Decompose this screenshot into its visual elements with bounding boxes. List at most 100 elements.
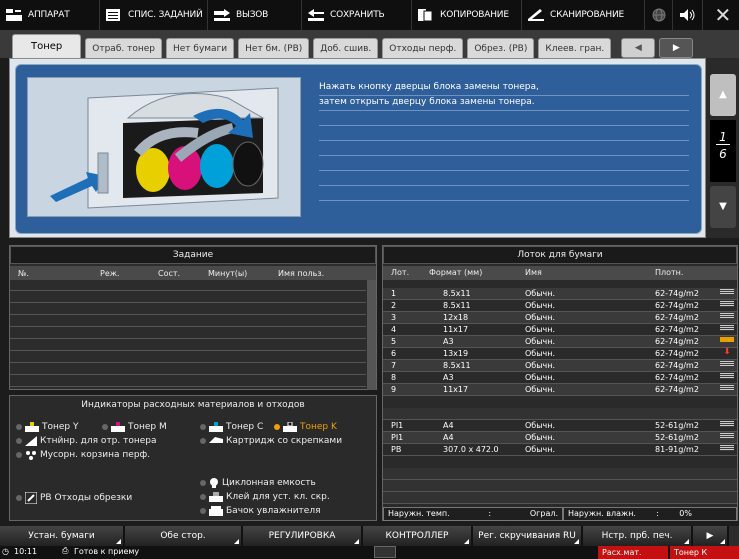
duplex-button[interactable]: Обе стор.	[125, 526, 243, 546]
status-dot-warning	[274, 424, 280, 430]
table-row[interactable]: PI1 A4 Обычн. 52-61g/m2	[383, 432, 737, 444]
tab-no-paper[interactable]: Нет бумаги	[165, 38, 235, 58]
size-cell: A3	[443, 373, 454, 382]
humidity-value: 0%	[679, 509, 692, 518]
weight-cell: 62-74g/m2	[655, 361, 699, 370]
table-row[interactable]: 5 A3 Обычн. 62-74g/m2	[383, 336, 737, 348]
weight-cell: 62-74g/m2	[655, 301, 699, 310]
paper-level-indicator	[720, 313, 734, 319]
save-button[interactable]: СОХРАНИТЬ	[302, 0, 412, 30]
page-up-button[interactable]: ▲	[710, 74, 736, 116]
size-cell: 8.5x11	[443, 301, 471, 310]
status-dot	[200, 480, 206, 486]
table-row[interactable]: 6 13x19 Обычн. 62-74g/m2 ⬇	[383, 347, 737, 360]
tray-table-header: Лот. Формат (мм) Имя Плотн.	[383, 266, 737, 280]
volume-button[interactable]	[673, 0, 703, 30]
size-cell: 13x19	[443, 349, 469, 358]
tab-prev-button[interactable]: ◀	[621, 38, 656, 58]
status-dot	[16, 495, 22, 501]
message-line-blank	[319, 171, 689, 186]
page-down-button[interactable]: ▼	[710, 186, 736, 228]
triangle-right-icon: ▶	[672, 43, 680, 53]
table-row[interactable]	[10, 280, 366, 291]
size-cell: A4	[443, 433, 454, 442]
page-indicator: 1 6	[710, 120, 736, 182]
more-button[interactable]: ▶	[693, 526, 729, 546]
print-settings-button[interactable]: Нстр. прб. печ.	[583, 526, 693, 546]
copy-button[interactable]: КОПИРОВАНИЕ	[412, 0, 522, 30]
tray-cell: 4	[391, 325, 397, 334]
guide-page-panel: ▲ 1 6 ▼	[706, 58, 739, 238]
message-line-blank	[319, 126, 689, 141]
keyboard-icon[interactable]	[374, 546, 396, 558]
outside-temp-label: Наружн. темп.	[388, 509, 450, 518]
cyclone-label: Циклонная емкость	[222, 478, 316, 488]
close-button[interactable]: ✕	[706, 0, 739, 30]
table-row[interactable]: PB 307.0 x 472.0 Обычн. 81-91g/m2	[383, 444, 737, 456]
scan-button[interactable]: СКАНИРОВАНИЕ	[522, 0, 645, 30]
paper-tray-panel: Лоток для бумаги Лот. Формат (мм) Имя Пл…	[382, 245, 738, 521]
trim-waste-icon	[25, 492, 37, 504]
paper-level-indicator	[720, 373, 734, 379]
paper-setting-button[interactable]: Устан. бумаги	[0, 526, 125, 546]
table-row[interactable]	[10, 340, 366, 351]
cyclone-icon	[210, 478, 218, 488]
cyclone-indicator: Циклонная емкость	[200, 478, 316, 488]
tab-trim-pb[interactable]: Обрез. (PB)	[467, 38, 535, 58]
toner-k-label: Тонер K	[300, 422, 337, 432]
table-row[interactable]: 7 8.5x11 Обычн. 62-74g/m2	[383, 360, 737, 372]
table-row[interactable]: 4 11x17 Обычн. 62-74g/m2	[383, 324, 737, 336]
table-row[interactable]: 3 12x18 Обычн. 62-74g/m2	[383, 312, 737, 324]
job-panel-title: Задание	[10, 246, 376, 264]
recall-button[interactable]: ВЫЗОВ	[208, 0, 302, 30]
message-line-2: затем открыть дверцу блока замены тонера…	[319, 96, 689, 111]
toner-icon	[111, 422, 125, 432]
tab-waste-toner[interactable]: Отраб. тонер	[85, 38, 162, 58]
table-row[interactable]: 8 A3 Обычн. 62-74g/m2	[383, 372, 737, 384]
tab-punch-waste[interactable]: Отходы перф.	[382, 38, 464, 58]
size-cell: 12x18	[443, 313, 469, 322]
machine-state: Готов к приему	[74, 547, 140, 556]
table-row[interactable]: 9 11x17 Обычн. 62-74g/m2	[383, 384, 737, 396]
machine-icon	[6, 9, 22, 21]
tray-cell: 8	[391, 373, 397, 382]
job-list-button[interactable]: СПИС. ЗАДАНИЙ	[100, 0, 208, 30]
tab-next-button[interactable]: ▶	[659, 38, 694, 58]
table-row[interactable]: 1 8.5x11 Обычн. 62-74g/m2	[383, 288, 737, 300]
toner-icon	[25, 422, 39, 432]
tab-no-paper-pb[interactable]: Нет бм. (PB)	[238, 38, 310, 58]
colon-sep: :	[656, 509, 659, 518]
table-row	[383, 468, 737, 480]
table-row[interactable]	[10, 352, 366, 363]
globe-button[interactable]	[645, 0, 673, 30]
name-cell: Обычн.	[525, 349, 556, 358]
table-row[interactable]	[10, 292, 366, 303]
table-row[interactable]	[10, 376, 366, 387]
tab-glue[interactable]: Клеев. гран.	[538, 38, 612, 58]
status-dot	[200, 424, 206, 430]
table-row[interactable]: PI1 A4 Обычн. 52-61g/m2	[383, 420, 737, 432]
tray-panel-title: Лоток для бумаги	[383, 246, 737, 264]
name-cell: Обычн.	[525, 301, 556, 310]
status-dot	[200, 508, 206, 514]
toner-c-label: Тонер C	[226, 422, 264, 432]
guidance-panel: Нажать кнопку дверцы блока замены тонера…	[9, 58, 706, 238]
machine-button[interactable]: АППАРАТ	[0, 0, 100, 30]
tray-cell: 1	[391, 289, 397, 298]
table-row[interactable]	[10, 304, 366, 315]
controller-button[interactable]: КОНТРОЛЛЕР	[363, 526, 473, 546]
humidifier-label: Бачок увлажнителя	[226, 506, 321, 516]
tray-cell: PB	[391, 445, 402, 454]
table-row[interactable]	[10, 328, 366, 339]
pb-trim-indicator: PB Отходы обрезки	[16, 492, 132, 504]
job-scrollbar[interactable]	[367, 280, 376, 390]
consumable-alert[interactable]: Расх.мат.	[598, 546, 668, 559]
table-row[interactable]	[10, 364, 366, 375]
tab-add-staples[interactable]: Доб. сшив.	[313, 38, 379, 58]
adjust-button[interactable]: РЕГУЛИРОВКА	[243, 526, 363, 546]
curl-adjust-button[interactable]: Рег. скручивания RU	[473, 526, 583, 546]
table-row[interactable]	[10, 316, 366, 327]
toner-alert[interactable]: Тонер К	[670, 546, 739, 559]
table-row[interactable]: 2 8.5x11 Обычн. 62-74g/m2	[383, 300, 737, 312]
tab-toner[interactable]: Тонер	[12, 34, 82, 58]
